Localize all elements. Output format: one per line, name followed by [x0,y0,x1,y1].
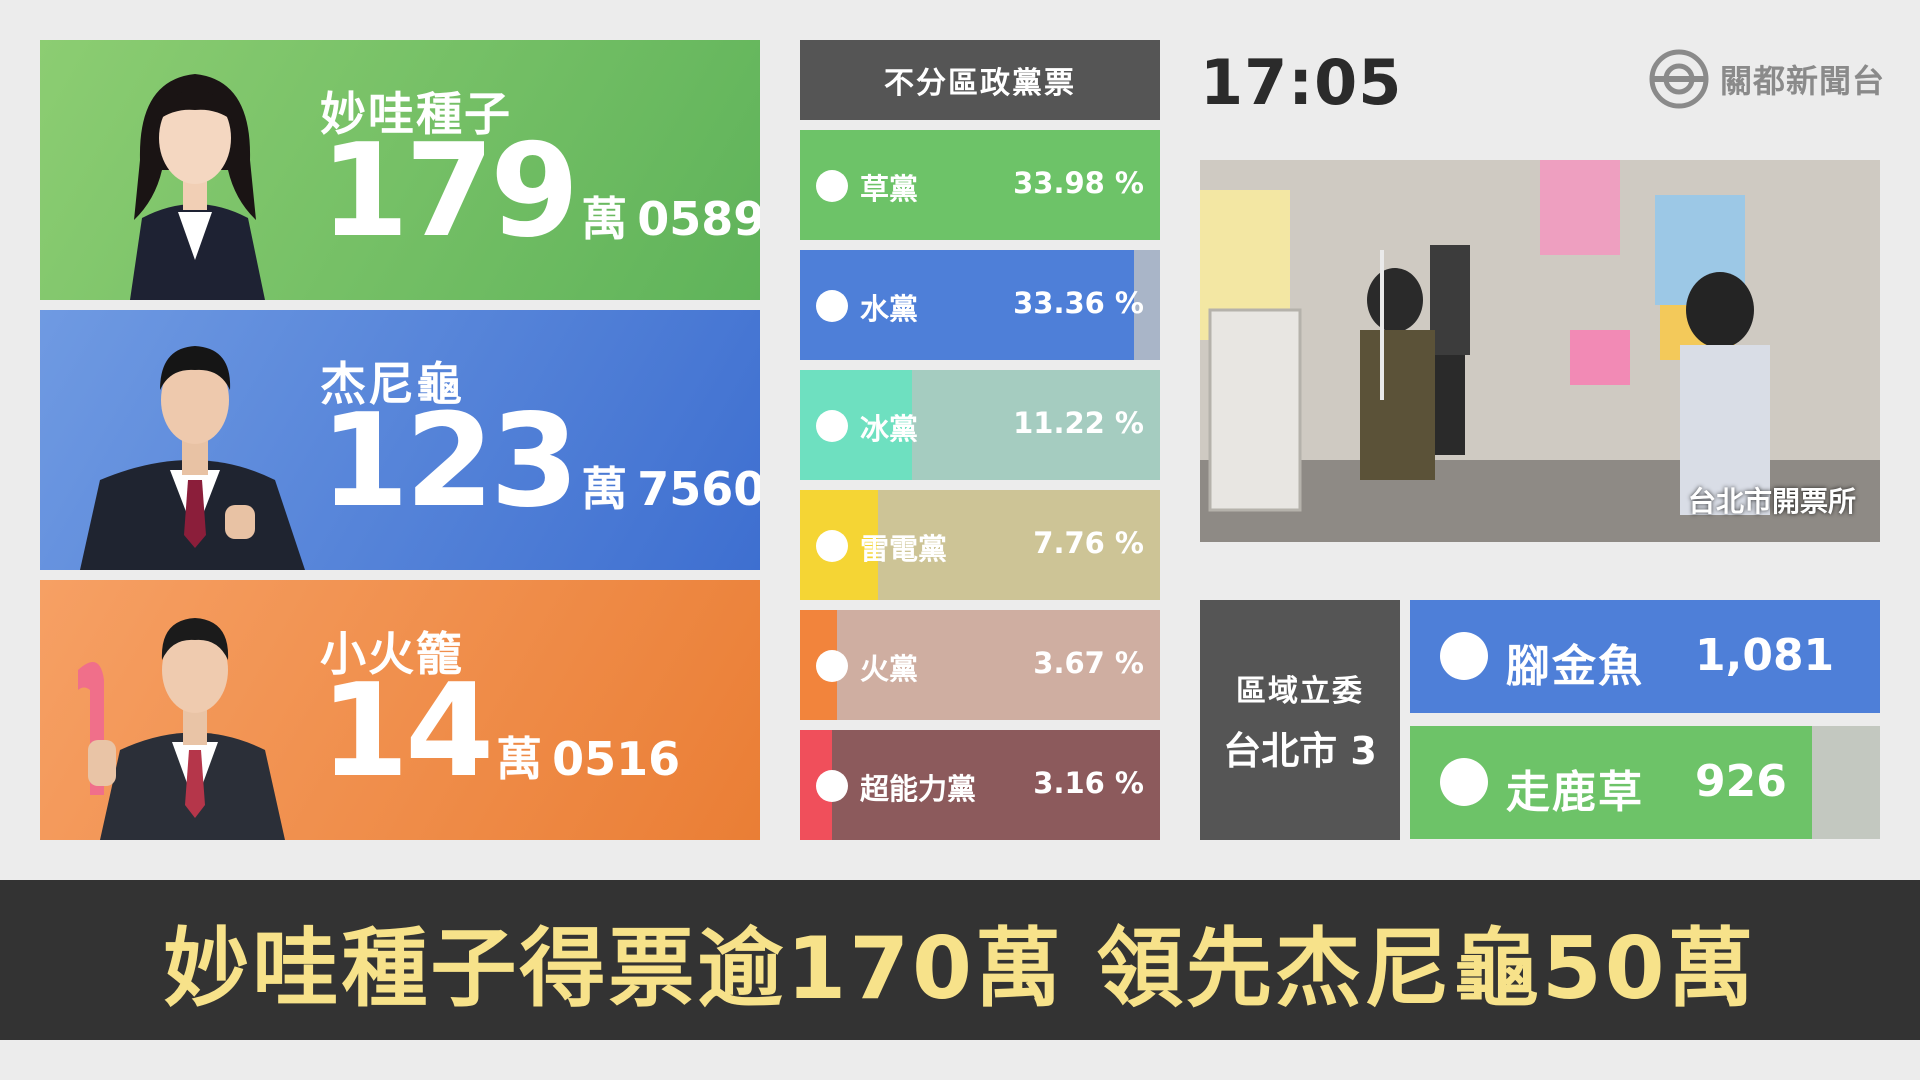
district-candidate-row: 腳金魚 1,081 [1410,600,1880,713]
headline-ticker: 妙哇種子得票逾170萬 領先杰尼龜50萬 [0,880,1920,1040]
votes-unit: 萬 [496,732,543,786]
party-row: 超能力黨 3.16 % [800,730,1160,840]
channel-logo: 關都新聞台 [1648,48,1885,110]
party-row: 雷電黨 7.76 % [800,490,1160,600]
party-name: 冰黨 [860,412,919,446]
candidate-card-3: 小火籠 14 萬 0516 [40,580,760,840]
broadcast-logo-icon [1649,49,1709,109]
candidate-card-1: 妙哇種子 179 萬 0589 [40,40,760,300]
clock-time: 17:05 [1200,46,1403,119]
party-percent: 7.76 % [1033,526,1144,560]
candidate-votes: 123 萬 7560 [320,398,760,526]
party-dot-icon [816,770,848,802]
district-candidate-name: 走鹿草 [1506,767,1644,818]
party-name: 雷電黨 [860,532,948,566]
headline-text: 妙哇種子得票逾170萬 領先杰尼龜50萬 [163,918,1757,1019]
party-name: 水黨 [860,292,919,326]
party-dot-icon [816,650,848,682]
candidate-votes: 14 萬 0516 [320,668,680,796]
district-category: 區域立委 [1236,673,1364,709]
party-name: 火黨 [860,652,919,686]
district-name: 台北市 3 [1223,728,1377,773]
votes-unit: 萬 [581,462,628,516]
district-dot-icon [1440,758,1488,806]
party-dot-icon [816,170,848,202]
polling-station-photo: 台北市開票所 [1200,160,1880,542]
party-vote-title: 不分區政黨票 [800,40,1160,120]
district-candidate-votes: 926 [1695,756,1787,807]
votes-minor: 0516 [552,732,681,786]
photo-caption: 台北市開票所 [1687,485,1856,518]
candidate-photo-2 [80,346,305,570]
votes-minor: 7560 [637,462,760,516]
votes-major: 123 [320,387,579,536]
district-label-box: 區域立委 台北市 3 [1200,600,1400,840]
votes-major: 14 [320,657,494,806]
party-percent: 3.67 % [1033,646,1144,680]
party-dot-icon [816,410,848,442]
party-row: 冰黨 11.22 % [800,370,1160,480]
party-percent: 33.98 % [1013,166,1144,200]
candidate-card-2: 杰尼龜 123 萬 7560 [40,310,760,570]
district-dot-icon [1440,632,1488,680]
party-name: 超能力黨 [860,772,977,806]
party-row: 火黨 3.67 % [800,610,1160,720]
district-candidate-row: 走鹿草 926 [1410,726,1880,839]
district-candidate-votes: 1,081 [1695,630,1835,681]
party-percent: 33.36 % [1013,286,1144,320]
votes-major: 179 [320,117,579,266]
party-dot-icon [816,290,848,322]
party-dot-icon [816,530,848,562]
party-percent: 3.16 % [1033,766,1144,800]
party-row: 水黨 33.36 % [800,250,1160,360]
candidate-photo-1 [130,74,265,300]
candidate-votes: 179 萬 0589 [320,128,760,256]
district-candidate-name: 腳金魚 [1506,641,1644,692]
votes-unit: 萬 [581,192,628,246]
party-percent: 11.22 % [1013,406,1144,440]
party-name: 草黨 [860,172,919,206]
party-row: 草黨 33.98 % [800,130,1160,240]
votes-minor: 0589 [637,192,760,246]
candidate-photo-3 [78,618,285,840]
channel-name: 關都新聞台 [1720,62,1886,100]
